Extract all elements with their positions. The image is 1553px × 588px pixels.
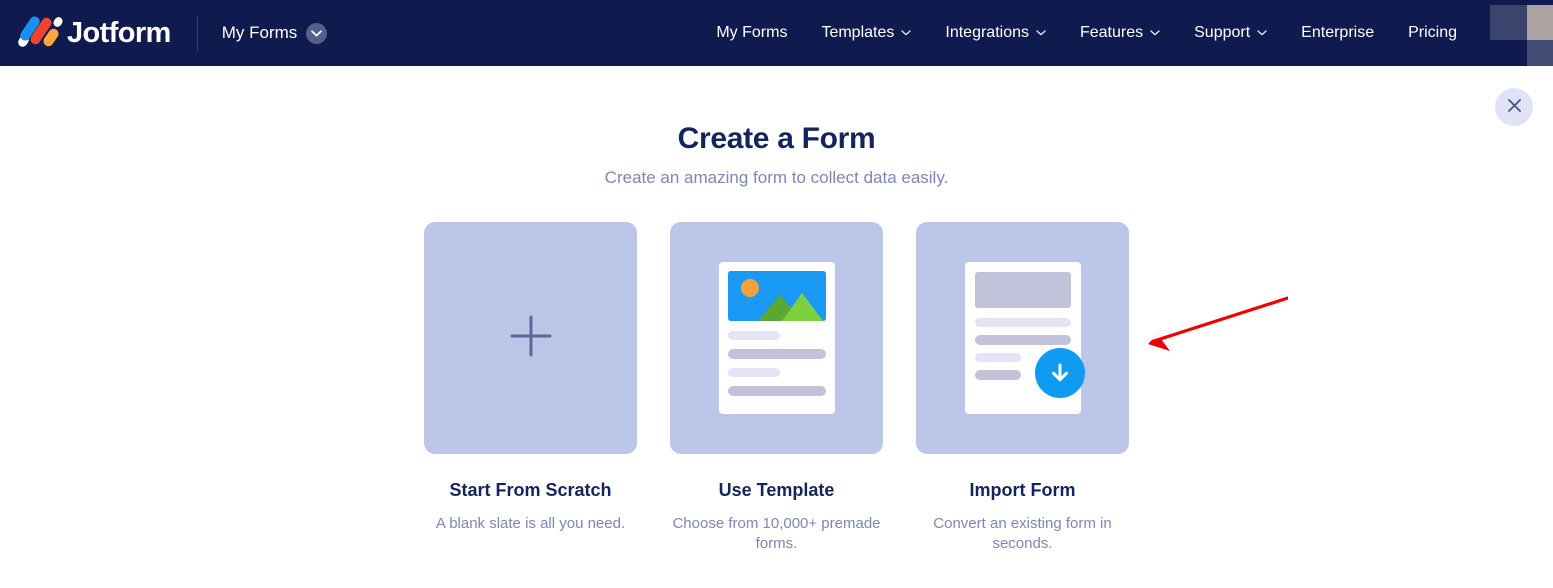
chevron-down-icon xyxy=(306,22,328,44)
nav-item-my-forms[interactable]: My Forms xyxy=(699,16,804,50)
header-divider xyxy=(196,16,198,50)
download-arrow-icon xyxy=(1034,348,1085,398)
option-label: Import Form xyxy=(969,480,1076,500)
nav-item-features[interactable]: Features xyxy=(1063,16,1177,50)
brand-name: Jotform xyxy=(67,16,171,49)
nav-item-support[interactable]: Support xyxy=(1177,16,1284,50)
chevron-down-icon xyxy=(1257,30,1267,36)
placeholder-bar xyxy=(974,318,1071,327)
brand-logo[interactable]: Jotform xyxy=(16,13,171,53)
my-forms-label: My Forms xyxy=(221,23,298,42)
placeholder-header-block xyxy=(974,272,1071,308)
nav-item-label: Integrations xyxy=(945,24,1029,41)
page-subtitle: Create an amazing form to collect data e… xyxy=(604,168,949,187)
option-label: Use Template xyxy=(718,480,835,500)
nav-item-label: Features xyxy=(1079,24,1144,41)
option-start-from-scratch[interactable]: Start From Scratch A blank slate is all … xyxy=(424,222,637,554)
nav-item-label: Pricing xyxy=(1408,24,1457,41)
main-nav: My Forms Templates Integrations Features xyxy=(699,16,1553,50)
placeholder-bar xyxy=(974,370,1021,380)
nav-item-integrations[interactable]: Integrations xyxy=(928,16,1063,50)
import-form-tile[interactable] xyxy=(916,222,1129,454)
placeholder-bar xyxy=(727,386,826,396)
start-from-scratch-tile[interactable] xyxy=(424,222,637,454)
jotform-logo-icon xyxy=(16,13,65,53)
option-description: Choose from 10,000+ premade forms. xyxy=(672,515,881,552)
template-page-icon xyxy=(718,262,835,414)
plus-icon xyxy=(503,308,559,369)
placeholder-bar xyxy=(974,335,1071,345)
placeholder-bar xyxy=(727,349,826,359)
placeholder-bar xyxy=(727,368,780,377)
option-use-template[interactable]: Use Template Choose from 10,000+ premade… xyxy=(670,222,883,554)
page-title: Create a Form xyxy=(677,122,876,155)
image-placeholder-icon xyxy=(727,271,826,321)
chevron-down-icon xyxy=(1150,30,1160,36)
chevron-down-icon xyxy=(1036,30,1046,36)
option-description: Convert an existing form in seconds. xyxy=(933,515,1112,552)
nav-item-label: Support xyxy=(1194,24,1251,41)
import-page-icon xyxy=(964,262,1085,414)
placeholder-bar xyxy=(974,353,1021,362)
use-template-tile[interactable] xyxy=(670,222,883,454)
option-description: A blank slate is all you need. xyxy=(435,515,626,532)
app-root: Jotform My Forms My Forms Templates Inte… xyxy=(0,0,1553,588)
nav-item-enterprise[interactable]: Enterprise xyxy=(1284,16,1391,50)
nav-item-label: My Forms xyxy=(716,24,788,41)
nav-item-label: Enterprise xyxy=(1301,24,1375,41)
placeholder-bar xyxy=(727,331,780,340)
create-options-list: Start From Scratch A blank slate is all … xyxy=(0,222,1553,554)
option-import-form[interactable]: Import Form Convert an existing form in … xyxy=(916,222,1129,554)
avatar[interactable] xyxy=(1481,0,1553,66)
option-label: Start From Scratch xyxy=(449,480,612,500)
create-form-panel: Create a Form Create an amazing form to … xyxy=(0,66,1553,588)
top-navigation-bar: Jotform My Forms My Forms Templates Inte… xyxy=(0,0,1553,66)
nav-item-label: Templates xyxy=(821,24,895,41)
nav-item-templates[interactable]: Templates xyxy=(804,16,928,50)
my-forms-dropdown[interactable]: My Forms xyxy=(221,22,328,44)
chevron-down-icon xyxy=(901,30,912,36)
